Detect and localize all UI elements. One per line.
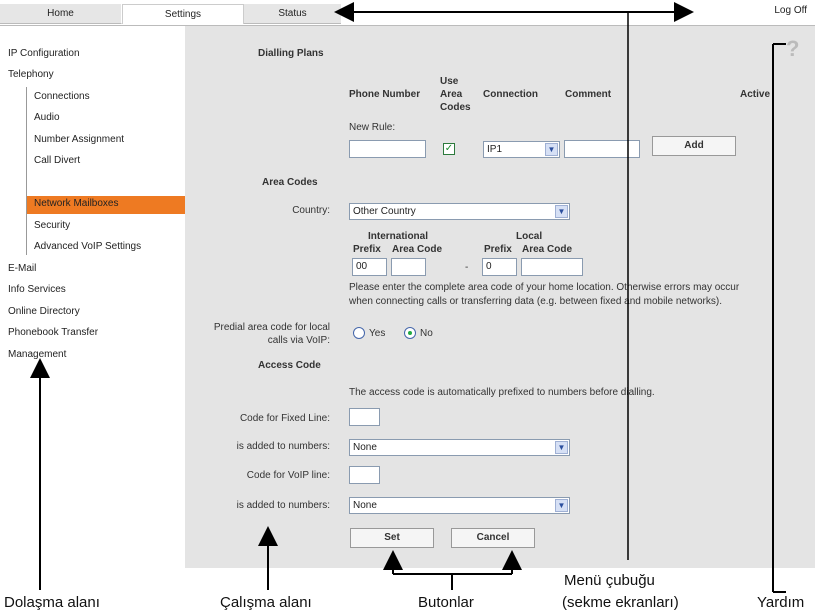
caption-buttons: Butonlar bbox=[418, 594, 474, 611]
annotation-overlay bbox=[30, 2, 786, 593]
caption-navigation: Dolaşma alanı bbox=[4, 594, 100, 611]
caption-menu-2: (sekme ekranları) bbox=[562, 594, 679, 611]
caption-menu-1: Menü çubuğu bbox=[564, 572, 655, 589]
caption-help: Yardım bbox=[757, 594, 805, 611]
caption-work: Çalışma alanı bbox=[220, 594, 312, 611]
